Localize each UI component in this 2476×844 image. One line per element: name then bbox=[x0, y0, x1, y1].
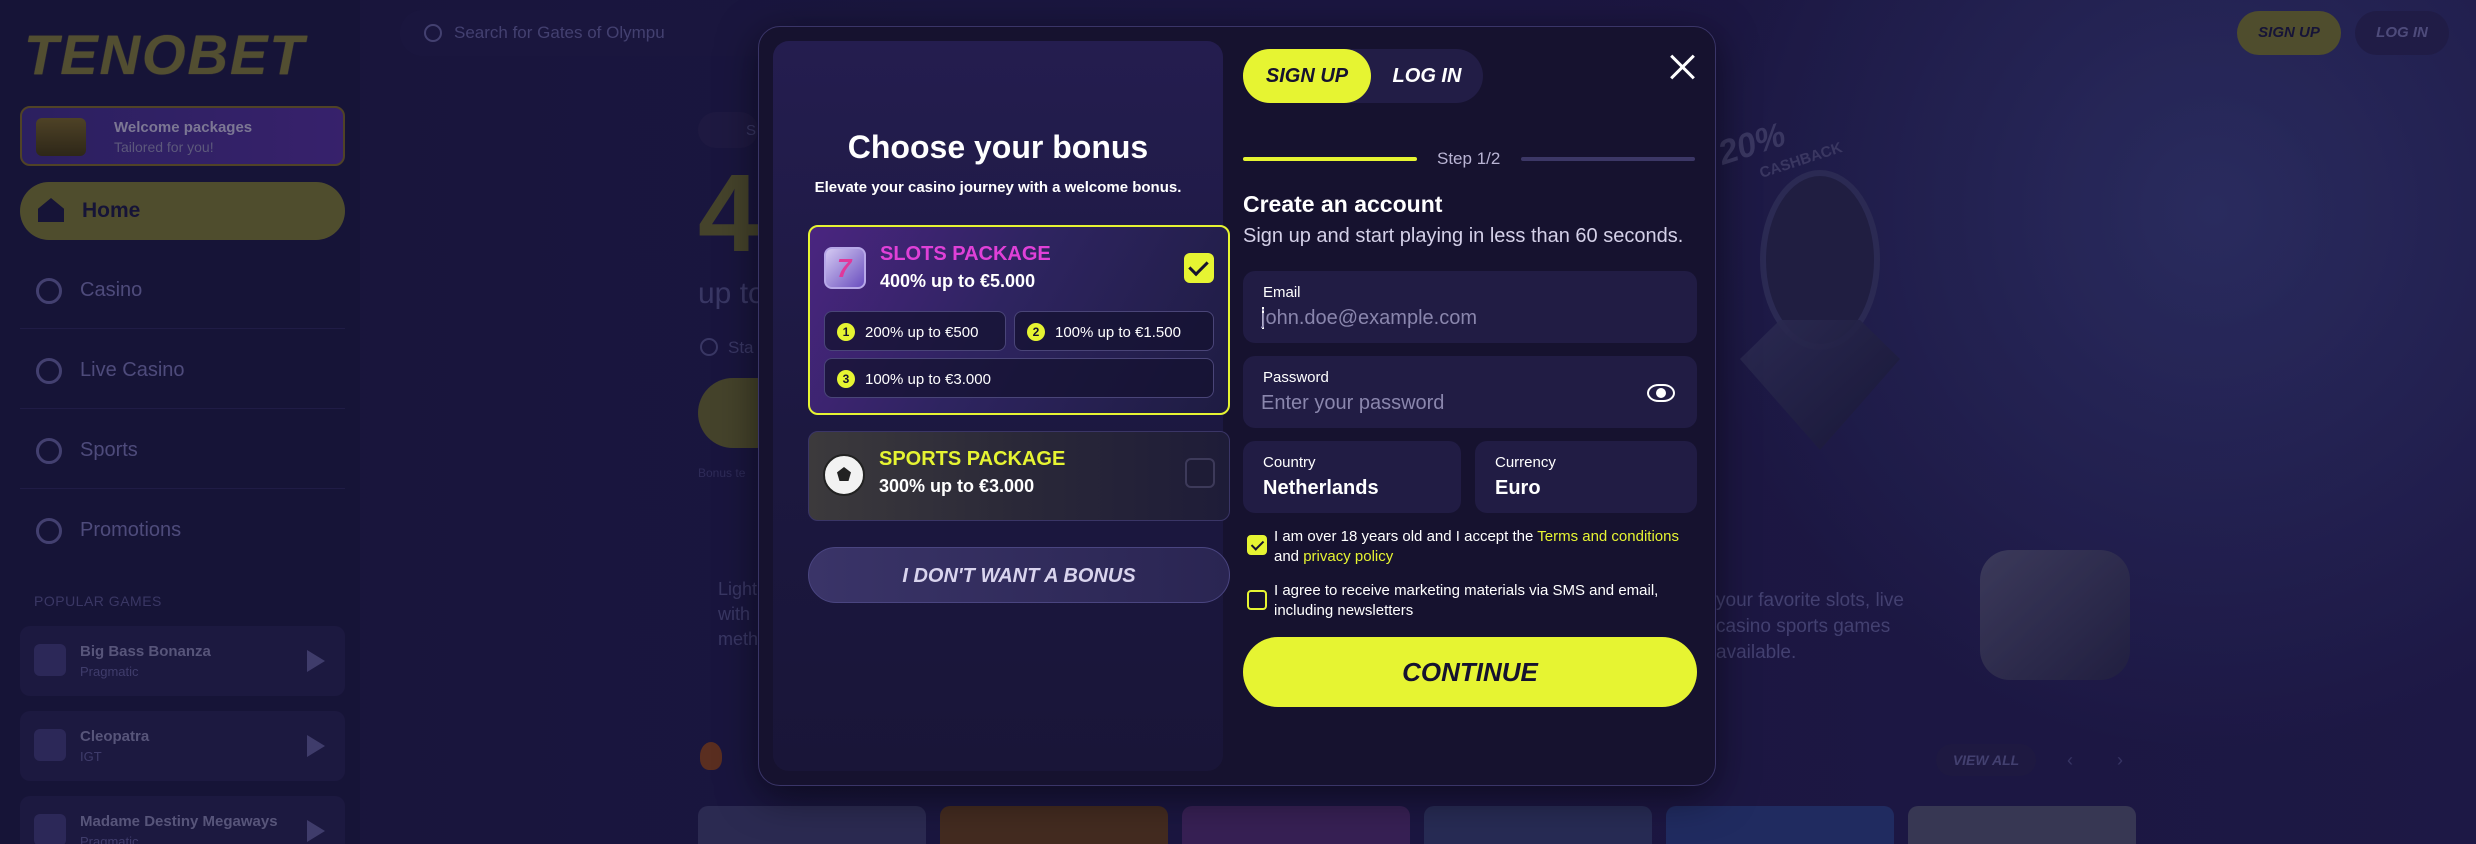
step-progress-active bbox=[1243, 157, 1417, 161]
currency-label: Currency bbox=[1495, 454, 1556, 471]
bonus-title: Choose your bonus bbox=[847, 129, 1149, 165]
tier-number: 3 bbox=[837, 370, 855, 388]
terms-link[interactable]: Terms and conditions bbox=[1537, 528, 1679, 545]
bonus-tier: 2 100% up to €1.500 bbox=[1014, 311, 1214, 351]
password-input[interactable] bbox=[1261, 389, 1641, 417]
account-title: Create an account bbox=[1243, 191, 1443, 217]
close-icon[interactable] bbox=[1669, 53, 1697, 81]
email-input[interactable] bbox=[1261, 304, 1641, 332]
package-name: SLOTS PACKAGE bbox=[880, 243, 1051, 265]
email-label: Email bbox=[1263, 284, 1301, 301]
package-selected-checkbox[interactable] bbox=[1184, 253, 1214, 283]
and-text: and bbox=[1274, 548, 1300, 565]
password-field[interactable]: Password bbox=[1243, 356, 1697, 428]
soccer-ball-icon bbox=[823, 454, 865, 496]
email-field[interactable]: Email bbox=[1243, 271, 1697, 343]
tier-text: 200% up to €500 bbox=[865, 324, 979, 341]
slots-package-card[interactable]: SLOTS PACKAGE 400% up to €5.000 1 200% u… bbox=[808, 225, 1230, 415]
country-select[interactable]: Country Netherlands bbox=[1243, 441, 1461, 513]
package-amount: 300% up to €3.000 bbox=[879, 476, 1035, 496]
tab-login[interactable]: LOG IN bbox=[1375, 49, 1479, 103]
bonus-tier: 3 100% up to €3.000 bbox=[824, 358, 1214, 398]
marketing-text: I agree to receive marketing materials v… bbox=[1274, 582, 1659, 619]
sports-package-card[interactable]: SPORTS PACKAGE 300% up to €3.000 bbox=[808, 431, 1230, 521]
signup-modal: Choose your bonus Elevate your casino jo… bbox=[758, 26, 1716, 786]
continue-button[interactable]: CONTINUE bbox=[1243, 637, 1697, 707]
age-terms-checkbox[interactable] bbox=[1247, 535, 1267, 555]
country-value: Netherlands bbox=[1263, 477, 1379, 499]
auth-tabs: SIGN UP LOG IN bbox=[1243, 49, 1483, 103]
country-label: Country bbox=[1263, 454, 1316, 471]
package-checkbox[interactable] bbox=[1185, 458, 1215, 488]
age-terms-label: I am over 18 years old and I accept the bbox=[1274, 528, 1534, 545]
marketing-checkbox[interactable] bbox=[1247, 590, 1267, 610]
password-label: Password bbox=[1263, 369, 1329, 386]
currency-select[interactable]: Currency Euro bbox=[1475, 441, 1697, 513]
package-amount: 400% up to €5.000 bbox=[880, 271, 1036, 291]
tier-number: 1 bbox=[837, 323, 855, 341]
bonus-subtitle: Elevate your casino journey with a welco… bbox=[814, 179, 1182, 196]
age-terms-text: I am over 18 years old and I accept the … bbox=[1274, 527, 1704, 567]
step-indicator: Step 1/2 bbox=[1437, 149, 1501, 168]
tab-signup[interactable]: SIGN UP bbox=[1243, 49, 1371, 103]
no-bonus-button[interactable]: I DON'T WANT A BONUS bbox=[808, 547, 1230, 603]
slot-machine-icon bbox=[824, 247, 866, 289]
package-name: SPORTS PACKAGE bbox=[879, 448, 1066, 470]
tier-text: 100% up to €3.000 bbox=[865, 371, 991, 388]
step-progress-inactive bbox=[1521, 157, 1695, 161]
currency-value: Euro bbox=[1495, 477, 1541, 499]
bonus-panel: Choose your bonus Elevate your casino jo… bbox=[773, 41, 1230, 771]
tier-number: 2 bbox=[1027, 323, 1045, 341]
tier-text: 100% up to €1.500 bbox=[1055, 324, 1181, 341]
privacy-link[interactable]: privacy policy bbox=[1303, 548, 1393, 565]
bonus-tier: 1 200% up to €500 bbox=[824, 311, 1006, 351]
account-subtitle: Sign up and start playing in less than 6… bbox=[1243, 225, 1684, 247]
eye-icon[interactable] bbox=[1647, 384, 1675, 402]
